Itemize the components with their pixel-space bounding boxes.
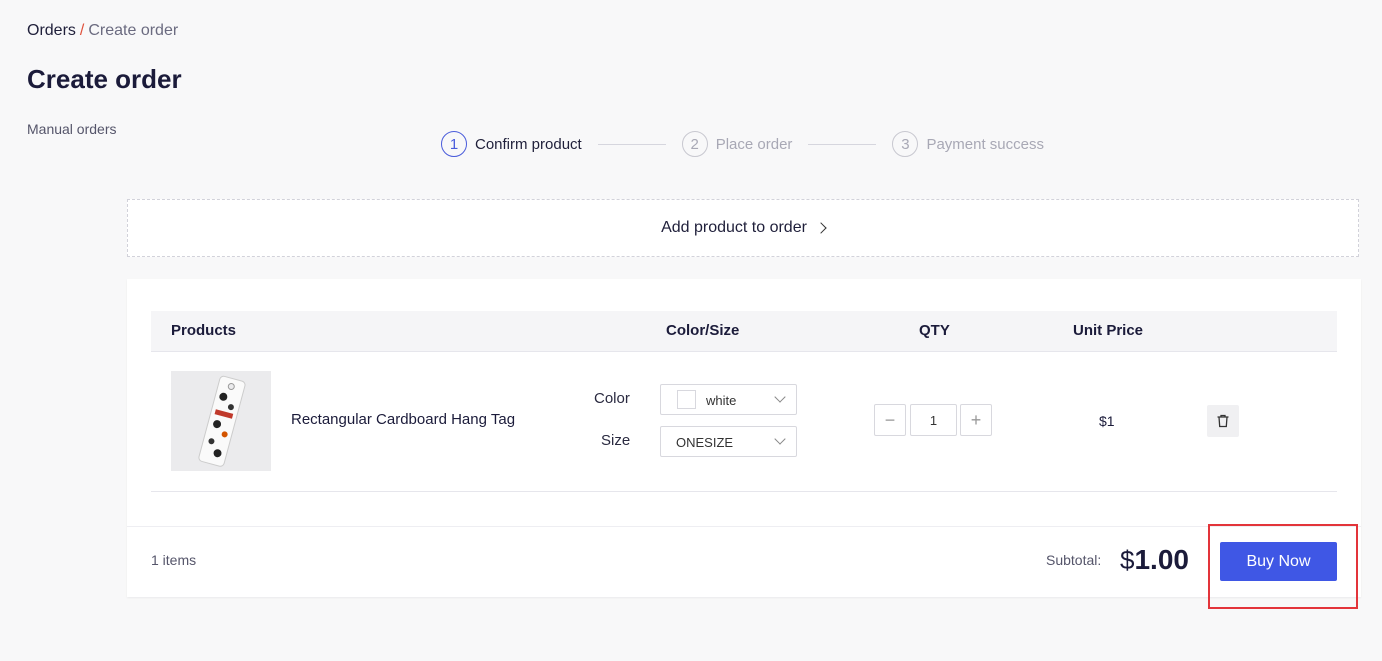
chevron-down-icon [774,433,786,445]
breadcrumb-separator: / [79,22,85,39]
step-label: Payment success [926,135,1044,153]
qty-input[interactable] [910,404,957,436]
step-label: Confirm product [475,135,582,153]
chevron-down-icon [774,391,786,403]
buy-now-button[interactable]: Buy Now [1220,542,1337,581]
qty-increase-button[interactable]: + [960,404,992,436]
qty-decrease-button[interactable]: − [874,404,906,436]
order-card: Products Color/Size QTY Unit Price Recta… [127,279,1361,597]
color-label: Color [594,390,630,407]
row-divider [151,491,1337,492]
chevron-right-icon [815,222,827,234]
step-payment-success: 3 Payment success [892,131,1044,157]
step-connector [597,143,666,145]
product-name: Rectangular Cardboard Hang Tag [291,411,516,428]
color-select[interactable]: white [660,384,797,415]
step-number: 1 [441,131,467,157]
breadcrumb: Orders / Create order [27,22,178,40]
subtotal-amount: $1.00 [1120,544,1189,576]
step-label: Place order [715,135,793,153]
add-product-button[interactable]: Add product to order [127,199,1359,257]
page-title: Create order [27,64,182,94]
breadcrumb-orders-link[interactable]: Orders [27,22,76,39]
step-connector [808,143,877,145]
step-number: 2 [681,131,708,157]
header-qty: QTY [919,322,950,339]
trash-icon [1217,414,1229,428]
add-product-label: Add product to order [661,219,807,236]
product-thumbnail [171,371,271,471]
manual-orders-label: Manual orders [27,121,117,137]
size-label: Size [601,432,631,449]
color-swatch [677,390,696,409]
size-select-value: ONESIZE [676,435,734,450]
header-unit-price: Unit Price [1073,322,1144,339]
items-count: 1 items [151,552,197,568]
currency-symbol: $ [1120,545,1135,575]
step-place-order: 2 Place order [681,131,793,157]
subtotal-value: 1.00 [1134,544,1189,575]
header-products: Products [171,322,237,339]
breadcrumb-current: Create order [88,22,179,39]
size-select[interactable]: ONESIZE [660,426,797,457]
step-number: 3 [892,131,919,157]
unit-price: $1 [1099,413,1115,429]
subtotal-label: Subtotal: [1046,552,1102,568]
footer-divider [127,526,1361,527]
step-confirm-product: 1 Confirm product [441,131,582,157]
table-header: Products Color/Size QTY Unit Price [151,311,1337,352]
delete-item-button[interactable] [1207,405,1239,437]
order-steps: 1 Confirm product 2 Place order 3 Paymen… [441,131,1044,157]
color-select-value: white [706,393,737,408]
header-color-size: Color/Size [666,322,740,339]
